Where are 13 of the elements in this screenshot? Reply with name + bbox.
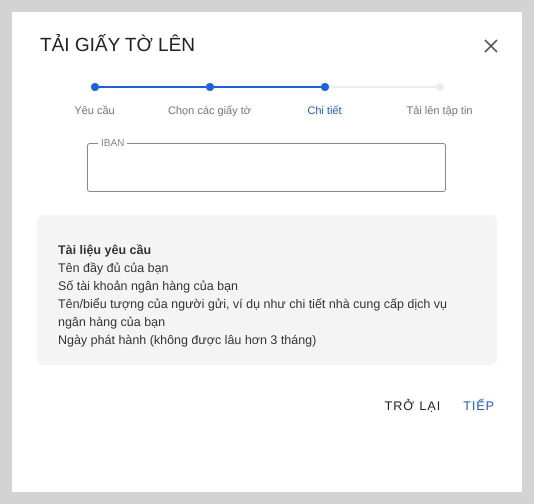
requirement-item: Tên/biểu tượng của người gửi, ví dụ như chi tiết nhà cung cấp dịch vụ ngân hàng của bạn (58, 296, 448, 331)
next-button[interactable]: TIẾP (461, 395, 497, 418)
step-tab[interactable]: Tải lên tập tin (406, 102, 473, 119)
step-tab[interactable]: Chọn các giấy tờ (168, 102, 252, 119)
requirements-title: Tài liệu yêu cầu (58, 242, 152, 259)
dialog-title: TẢI GIẤY TỜ LÊN (40, 33, 195, 58)
close-icon[interactable] (484, 39, 498, 54)
requirement-item: Số tài khoản ngân hàng của bạn (58, 278, 240, 295)
requirement-item: Ngày phát hành (không được lâu hơn 3 tháng) (58, 332, 318, 349)
step-tab[interactable]: Yêu cầu (74, 102, 115, 119)
requirement-item: Tên đầy đủ của bạn (58, 260, 170, 277)
step-tab[interactable]: Chi tiết (307, 102, 342, 119)
back-button[interactable]: TRỞ LẠI (382, 395, 444, 418)
